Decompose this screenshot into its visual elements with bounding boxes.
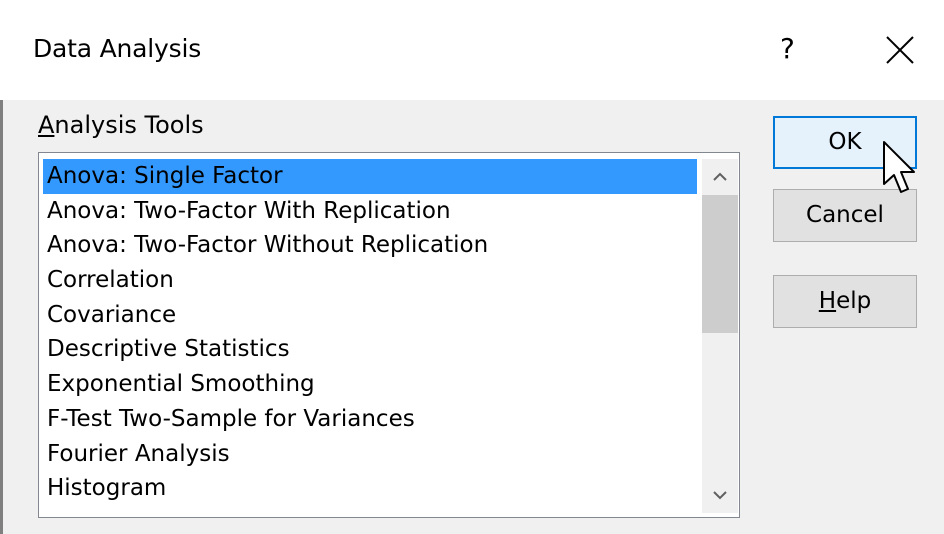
close-icon[interactable]	[883, 33, 917, 67]
list-item-selected[interactable]: Anova: Single Factor	[43, 159, 697, 194]
list-scrollbar[interactable]	[702, 159, 738, 513]
help-access-key: H	[818, 288, 837, 314]
mouse-pointer-icon	[883, 141, 915, 193]
list-item[interactable]: Correlation	[43, 263, 697, 298]
list-item[interactable]: F-Test Two-Sample for Variances	[43, 402, 697, 437]
analysis-tools-access-key: A	[38, 111, 55, 139]
scroll-down-arrow-icon[interactable]	[702, 479, 738, 513]
list-item[interactable]: Anova: Two-Factor Without Replication	[43, 228, 697, 263]
analysis-tools-items: Anova: Single Factor Anova: Two-Factor W…	[43, 159, 697, 506]
list-item[interactable]: Covariance	[43, 298, 697, 333]
list-item[interactable]: Fourier Analysis	[43, 437, 697, 472]
help-button[interactable]: Help	[773, 275, 917, 328]
scroll-up-arrow-icon[interactable]	[702, 159, 738, 193]
analysis-tools-list[interactable]: Anova: Single Factor Anova: Two-Factor W…	[38, 152, 740, 518]
analysis-tools-label-text: nalysis Tools	[54, 111, 204, 139]
dialog-left-border	[0, 100, 3, 534]
scroll-thumb[interactable]	[702, 195, 738, 333]
list-item[interactable]: Descriptive Statistics	[43, 332, 697, 367]
help-question-button[interactable]: ?	[780, 32, 795, 65]
title-bar: Data Analysis ?	[0, 0, 944, 100]
analysis-tools-label: Analysis Tools	[38, 111, 204, 139]
help-button-text: elp	[836, 288, 872, 314]
list-item[interactable]: Histogram	[43, 471, 697, 506]
list-item[interactable]: Anova: Two-Factor With Replication	[43, 194, 697, 229]
list-item[interactable]: Exponential Smoothing	[43, 367, 697, 402]
dialog-title: Data Analysis	[33, 34, 202, 63]
